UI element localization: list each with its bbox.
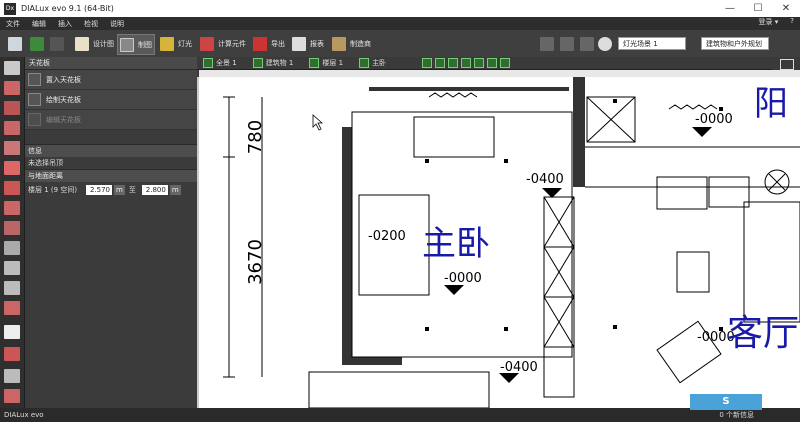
tool-icon-j[interactable] <box>4 241 20 255</box>
tab-building[interactable]: 建筑物 1 <box>252 58 302 68</box>
floor-plan-canvas[interactable]: 780 3670 -0200 -0000 -0400 -0400 -0000 -… <box>199 77 800 408</box>
menu-help[interactable]: 说明 <box>104 19 130 29</box>
tool-icon-n[interactable] <box>4 325 20 339</box>
calc-button[interactable]: 计算元件 <box>200 34 246 53</box>
maximize-button[interactable]: ☐ <box>744 0 772 17</box>
tool-icon-o[interactable] <box>4 347 20 361</box>
dim-label-3670: 3670 <box>245 239 266 285</box>
status-brand: DIALux evo <box>4 411 44 419</box>
view-tabs: 全景 1 建筑物 1 楼层 1 主卧 <box>197 57 800 70</box>
floor-distance-row: 楼层 1 (9 空间) 2.570 m 至 2.800 m <box>25 182 197 198</box>
info-header: 信息 <box>25 144 197 157</box>
tool-icon-i[interactable] <box>4 221 20 235</box>
unit-label: m <box>114 185 125 195</box>
ceiling-icon <box>28 73 41 86</box>
tool-icon-h[interactable] <box>4 201 20 215</box>
room-label-bedroom: 主卧 <box>422 224 490 264</box>
level-label-0200: -0200 <box>368 229 406 244</box>
panel-header: 天花板 <box>25 57 197 70</box>
tab-floor[interactable]: 楼层 1 <box>309 58 351 68</box>
title-bar: Dx DIALux evo 9.1 (64-Bit) — ☐ ✕ <box>0 0 800 17</box>
place-ceiling-item[interactable]: 置入天花板 <box>25 70 197 90</box>
tool-icon-m[interactable] <box>4 301 20 315</box>
docs-button[interactable]: 制造商 <box>332 34 371 53</box>
dim-label-780: 780 <box>245 120 266 154</box>
help-icon[interactable]: ? <box>784 17 800 27</box>
level-label-0400-a: -0400 <box>526 172 564 187</box>
redo-icon[interactable] <box>50 34 68 53</box>
draw-ceiling-icon <box>28 93 41 106</box>
info-text: 未选择吊顶 <box>28 159 63 167</box>
left-tool-strip <box>0 57 25 408</box>
calc-icon <box>200 36 214 51</box>
record-icon[interactable] <box>598 34 616 53</box>
menu-edit[interactable]: 编辑 <box>26 19 52 29</box>
edit-ceiling-icon <box>28 113 41 126</box>
mouse-cursor <box>312 114 324 131</box>
floor-plan-drawing: 780 3670 -0200 -0000 -0400 -0400 -0000 -… <box>223 77 800 408</box>
tool-icon-b[interactable] <box>4 81 20 95</box>
login-menu[interactable]: 登录 ▾ <box>753 17 785 27</box>
close-button[interactable]: ✕ <box>772 0 800 17</box>
floor-distance-header: 与地面距离 <box>25 169 197 182</box>
unit-label-2: m <box>169 185 181 195</box>
building-button[interactable]: 制图 <box>117 34 155 55</box>
tab-layer[interactable]: 主卧 <box>359 58 394 68</box>
menu-insert[interactable]: 插入 <box>52 19 78 29</box>
tool-icon-l[interactable] <box>4 281 20 295</box>
export-button[interactable]: 导出 <box>253 34 285 53</box>
messages-count[interactable]: 0 个新信息 <box>719 410 754 420</box>
room-label-living: 客厅 <box>727 313 799 354</box>
tool-icon-a[interactable] <box>4 61 20 75</box>
tool-icon-q[interactable] <box>4 389 20 403</box>
tool-icon-f[interactable] <box>4 161 20 175</box>
tool-icon-k[interactable] <box>4 261 20 275</box>
menu-file[interactable]: 文件 <box>0 19 26 29</box>
app-icon: Dx <box>4 2 16 15</box>
height-from-input[interactable]: 2.570 <box>86 185 112 195</box>
level-label-0400-b: -0400 <box>500 360 538 375</box>
menu-bar: 文件 编辑 插入 检视 说明 登录 ▾ ? <box>0 17 800 30</box>
minimize-button[interactable]: — <box>716 0 744 17</box>
design-icon <box>75 36 89 51</box>
monitor-icon[interactable] <box>780 59 794 70</box>
level-label-0000-b: -0000 <box>695 112 733 127</box>
tool-icon-3[interactable] <box>580 34 598 53</box>
undo-icon[interactable] <box>30 34 48 53</box>
export-icon <box>253 36 267 51</box>
between-label: 至 <box>128 186 136 194</box>
watermark-badge: S <box>690 394 762 410</box>
report-button[interactable]: 报表 <box>292 34 324 53</box>
lamp-icon <box>160 36 174 51</box>
floor-label: 楼层 1 (9 空间) <box>28 186 78 194</box>
design-button[interactable]: 设计图 <box>75 34 114 53</box>
light-button[interactable]: 灯光 <box>160 34 192 53</box>
report-icon <box>292 36 306 51</box>
edit-ceiling-item: 编辑天花板 <box>25 110 197 130</box>
height-to-input[interactable]: 2.800 <box>141 185 168 195</box>
tab-all[interactable]: 全景 1 <box>203 58 245 68</box>
save-icon[interactable] <box>8 34 26 53</box>
tool-icon-c[interactable] <box>4 101 20 115</box>
window-title: DIALux evo 9.1 (64-Bit) <box>21 4 114 13</box>
tool-icon-p[interactable] <box>4 369 20 383</box>
level-label-0000-a: -0000 <box>444 271 482 286</box>
draw-ceiling-item[interactable]: 绘制天花板 <box>25 90 197 110</box>
status-bar: DIALux evo 0 个新信息 <box>0 408 800 422</box>
tool-icon-d[interactable] <box>4 121 20 135</box>
tool-icon-2[interactable] <box>560 34 578 53</box>
main-toolbar: 设计图 制图 灯光 计算元件 导出 报表 制造商 灯光场景 1 建筑物和户外规划 <box>0 30 800 58</box>
light-scene-select[interactable]: 灯光场景 1 <box>618 37 686 50</box>
tool-icon-g[interactable] <box>4 181 20 195</box>
room-label-balcony: 阳 <box>754 84 788 124</box>
building-icon <box>120 37 134 52</box>
view-toggle-icons[interactable] <box>422 58 513 68</box>
docs-icon <box>332 36 346 51</box>
ceiling-panel: 天花板 置入天花板 绘制天花板 编辑天花板 信息 未选择吊顶 与地面距离 楼层 … <box>25 57 197 408</box>
plan-select[interactable]: 建筑物和户外规划 <box>701 37 769 50</box>
menu-view[interactable]: 检视 <box>78 19 104 29</box>
tool-icon-1[interactable] <box>540 34 558 53</box>
tool-icon-e[interactable] <box>4 141 20 155</box>
